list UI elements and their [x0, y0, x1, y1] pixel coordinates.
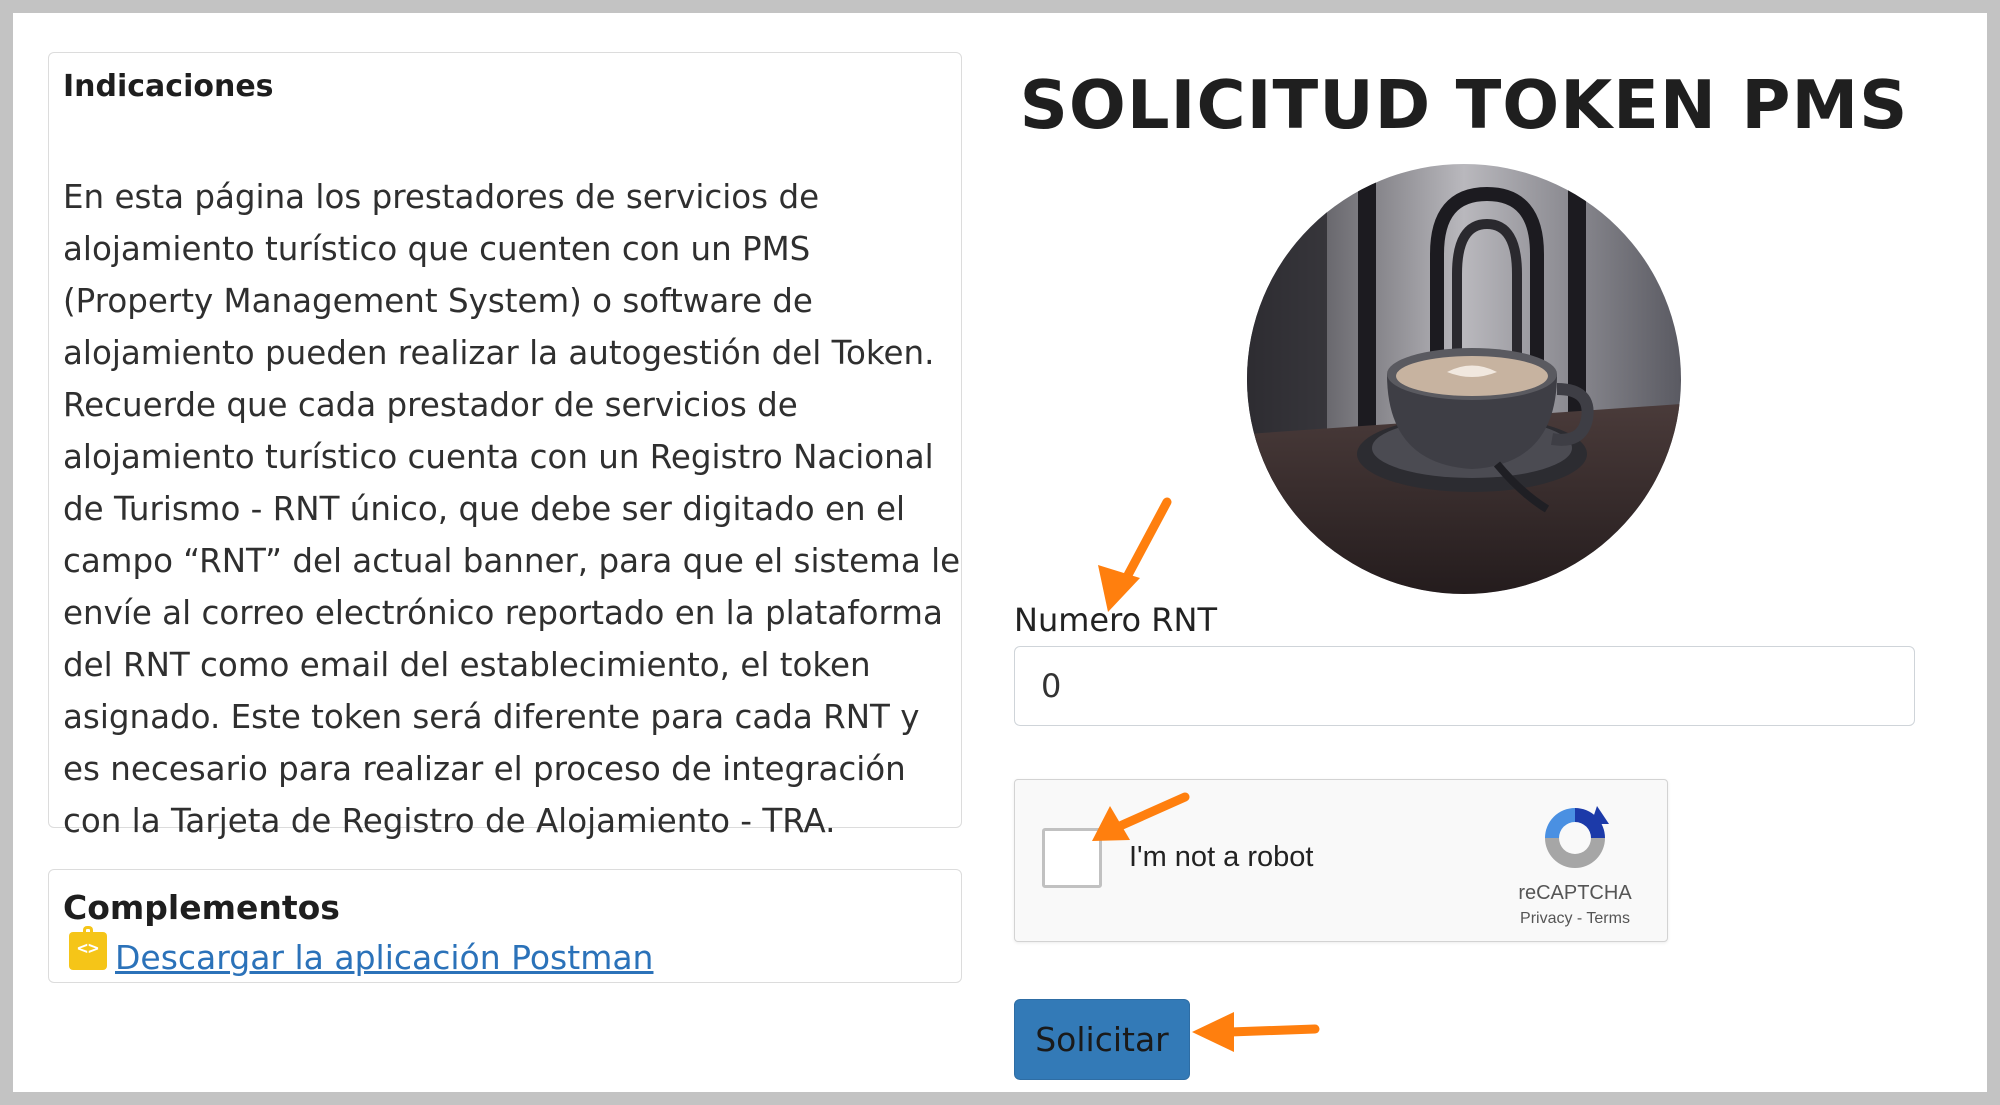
- recaptcha-separator: -: [1572, 910, 1587, 927]
- indicaciones-text: En esta página los prestadores de servic…: [63, 178, 961, 840]
- postman-icon: <>: [69, 926, 107, 970]
- recaptcha-widget: I'm not a robot reCAPTCHA Privacy - Term…: [1014, 779, 1668, 942]
- recaptcha-privacy-link[interactable]: Privacy: [1520, 910, 1572, 927]
- complementos-title: Complementos: [63, 888, 340, 927]
- coffee-cup-avatar: [1247, 164, 1681, 594]
- page-title: SOLICITUD TOKEN PMS: [1019, 66, 1909, 144]
- rnt-label: Numero RNT: [1014, 601, 1217, 639]
- indicaciones-card: Indicaciones En esta página los prestado…: [48, 52, 962, 840]
- solicitar-button[interactable]: Solicitar: [1014, 999, 1190, 1080]
- recaptcha-links: Privacy - Terms: [1485, 910, 1665, 928]
- indicaciones-title: Indicaciones: [63, 69, 274, 104]
- recaptcha-label: I'm not a robot: [1129, 841, 1314, 873]
- recaptcha-checkbox[interactable]: [1042, 828, 1102, 888]
- recaptcha-terms-link[interactable]: Terms: [1586, 910, 1630, 927]
- rnt-input[interactable]: [1014, 646, 1915, 726]
- recaptcha-logo-icon: [1545, 806, 1609, 868]
- download-postman-link[interactable]: Descargar la aplicación Postman: [115, 938, 653, 977]
- complementos-card: Complementos <> Descargar la aplicación …: [48, 869, 962, 983]
- recaptcha-brand: reCAPTCHA: [1518, 882, 1632, 904]
